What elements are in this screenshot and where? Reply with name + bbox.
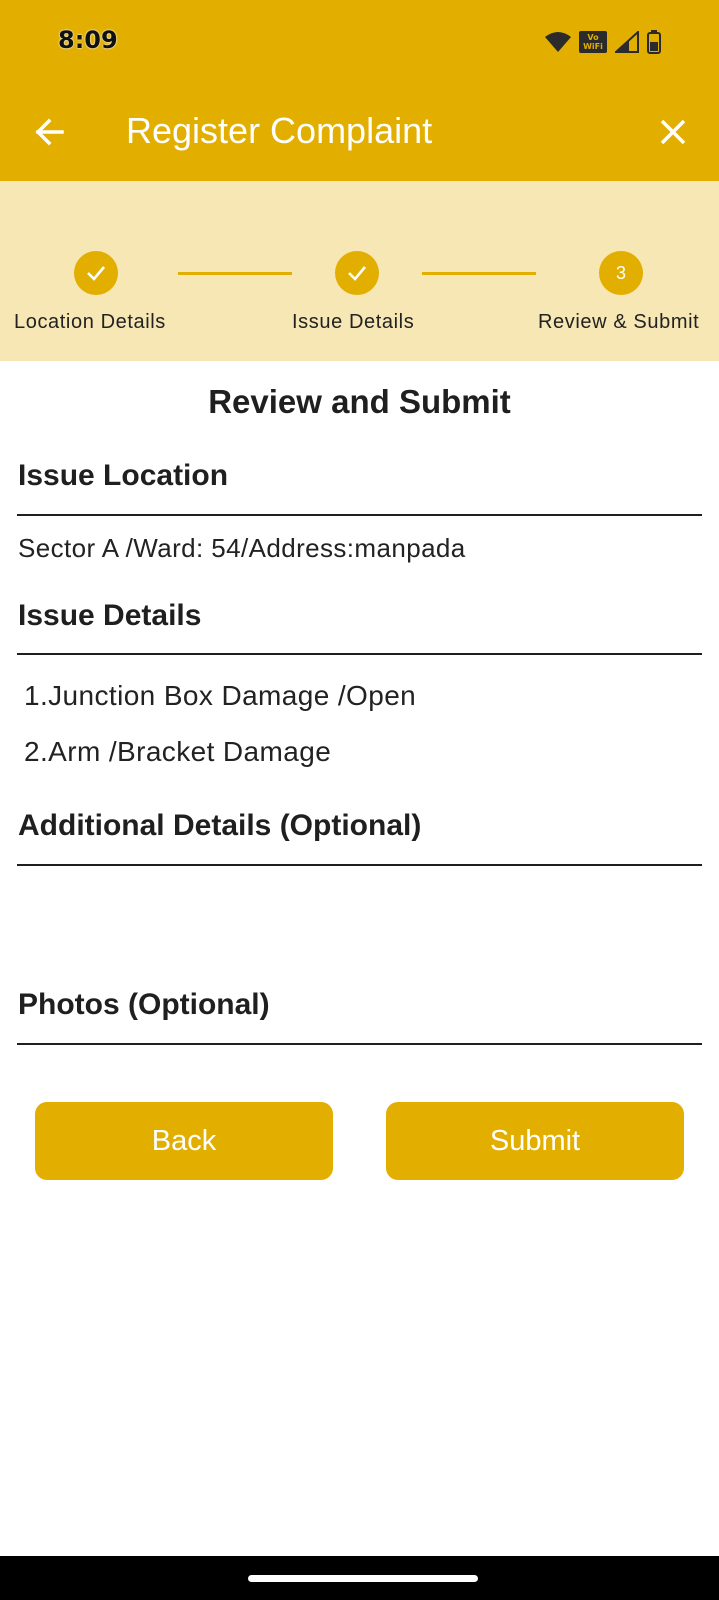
divider bbox=[17, 653, 702, 655]
issue-location-value: Sector A /Ward: 54/Address:manpada bbox=[18, 533, 466, 563]
battery-icon bbox=[647, 30, 661, 54]
back-button[interactable]: Back bbox=[35, 1102, 333, 1180]
step-connector-2 bbox=[422, 272, 536, 275]
review-heading: Review and Submit bbox=[208, 383, 511, 420]
divider bbox=[17, 514, 702, 516]
status-bar: 8:09 Vo WiFi bbox=[0, 0, 719, 84]
page-title: Register Complaint bbox=[126, 110, 433, 151]
step-label-issue: Issue Details bbox=[292, 311, 415, 333]
vowifi-line2: WiFi bbox=[583, 42, 603, 51]
submit-button[interactable]: Submit bbox=[386, 1102, 684, 1180]
step-label-review: Review & Submit bbox=[538, 311, 700, 333]
arrow-left-icon[interactable] bbox=[30, 112, 70, 152]
check-icon bbox=[87, 266, 105, 281]
vowifi-icon: Vo WiFi bbox=[579, 31, 607, 53]
close-icon[interactable] bbox=[653, 112, 693, 152]
wifi-icon bbox=[545, 32, 571, 52]
issue-item: 2.Arm /Bracket Damage bbox=[24, 736, 332, 767]
check-icon bbox=[348, 266, 366, 281]
step-3-number: 3 bbox=[615, 262, 626, 283]
status-time: 8:09 bbox=[58, 26, 118, 54]
step-1-circle[interactable] bbox=[74, 251, 118, 295]
step-connector-1 bbox=[178, 272, 292, 275]
step-label-location: Location Details bbox=[14, 311, 166, 333]
vowifi-line1: Vo bbox=[587, 33, 599, 42]
home-gesture-handle[interactable] bbox=[248, 1575, 478, 1582]
system-nav-bar bbox=[0, 1556, 719, 1600]
divider bbox=[17, 864, 702, 866]
step-2-circle[interactable] bbox=[335, 251, 379, 295]
app-bar: Register Complaint bbox=[0, 84, 719, 181]
issue-location-title: Issue Location bbox=[18, 459, 229, 492]
additional-details-title: Additional Details (Optional) bbox=[18, 809, 422, 842]
issue-details-title: Issue Details bbox=[18, 599, 202, 632]
stepper: 3 Location Details Issue Details Review … bbox=[0, 181, 719, 361]
status-icons: Vo WiFi bbox=[545, 28, 661, 56]
divider bbox=[17, 1043, 702, 1045]
photos-title: Photos (Optional) bbox=[18, 988, 270, 1021]
signal-icon bbox=[615, 31, 639, 53]
step-3-circle[interactable]: 3 bbox=[599, 251, 643, 295]
issue-item: 1.Junction Box Damage /Open bbox=[24, 680, 417, 711]
